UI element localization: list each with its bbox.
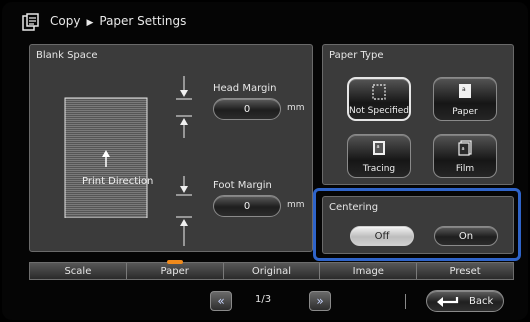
head-margin-input[interactable]: 0 (213, 98, 281, 120)
back-label: Back (469, 296, 494, 307)
breadcrumb-app: Copy (50, 14, 81, 28)
footer-divider (405, 294, 406, 309)
centering-on-button[interactable]: On (434, 226, 498, 246)
copy-icon (22, 13, 39, 31)
next-page-button[interactable]: » (309, 291, 331, 311)
tab-preset[interactable]: Preset (417, 263, 513, 279)
header: Copy ▶ Paper Settings (2, 2, 528, 42)
paper-type-tracing-button[interactable]: a Tracing (347, 134, 411, 178)
svg-text:a: a (462, 86, 466, 93)
tab-paper[interactable]: Paper (127, 263, 224, 279)
breadcrumb-section: Paper Settings (99, 14, 187, 28)
return-arrow-icon (437, 297, 459, 307)
blank-sheet-icon (372, 84, 386, 100)
foot-margin-label: Foot Margin (213, 180, 272, 191)
double-chevron-right-icon: » (316, 294, 324, 308)
focus-highlight (313, 188, 521, 261)
head-margin-label: Head Margin (213, 83, 277, 94)
paper-type-label: Not Specified (349, 106, 409, 116)
tab-image[interactable]: Image (320, 263, 418, 279)
centering-off-button[interactable]: Off (350, 226, 414, 246)
double-chevron-left-icon: « (217, 294, 225, 308)
svg-text:a: a (377, 144, 380, 150)
breadcrumb: Copy ▶ Paper Settings (50, 14, 186, 28)
paper-type-film-button[interactable]: a Film (433, 134, 497, 178)
prev-page-button[interactable]: « (210, 291, 232, 311)
paper-type-label: Tracing (362, 164, 396, 174)
svg-text:a: a (462, 146, 465, 152)
screen: Copy ▶ Paper Settings Blank Space Print Di… (2, 2, 528, 320)
head-margin-unit: mm (287, 103, 305, 113)
paper-type-label: Paper (452, 107, 478, 117)
margin-arrows (176, 76, 192, 246)
breadcrumb-separator-icon: ▶ (86, 18, 94, 28)
page-diagram (64, 97, 148, 218)
paper-type-title: Paper Type (329, 50, 384, 61)
tab-scale[interactable]: Scale (30, 263, 127, 279)
paper-type-paper-button[interactable]: a Paper (433, 77, 497, 121)
back-button[interactable]: Back (426, 290, 504, 312)
tab-bar: Scale Paper Original Image Preset (29, 262, 514, 280)
paper-sheet-icon: a (459, 84, 471, 98)
tracing-sheet-icon: a (373, 141, 385, 155)
foot-margin-input[interactable]: 0 (213, 195, 281, 217)
tab-original[interactable]: Original (224, 263, 321, 279)
paper-type-label: Film (455, 164, 475, 174)
page-indicator: 1/3 (255, 294, 272, 305)
print-direction-label: Print Direction (82, 176, 154, 187)
paper-type-not-specified-button[interactable]: Not Specified (347, 77, 411, 121)
foot-margin-unit: mm (287, 200, 305, 210)
film-sheet-icon: a (458, 140, 472, 156)
